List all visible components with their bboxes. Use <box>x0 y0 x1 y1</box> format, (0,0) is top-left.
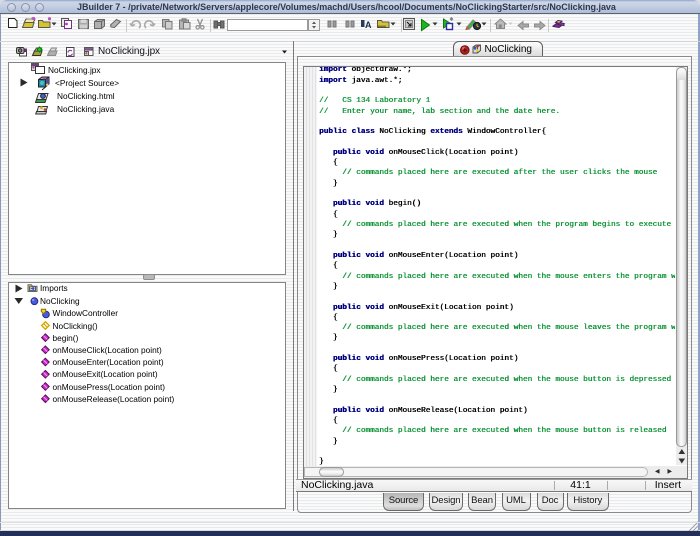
svg-text:A: A <box>365 20 372 30</box>
